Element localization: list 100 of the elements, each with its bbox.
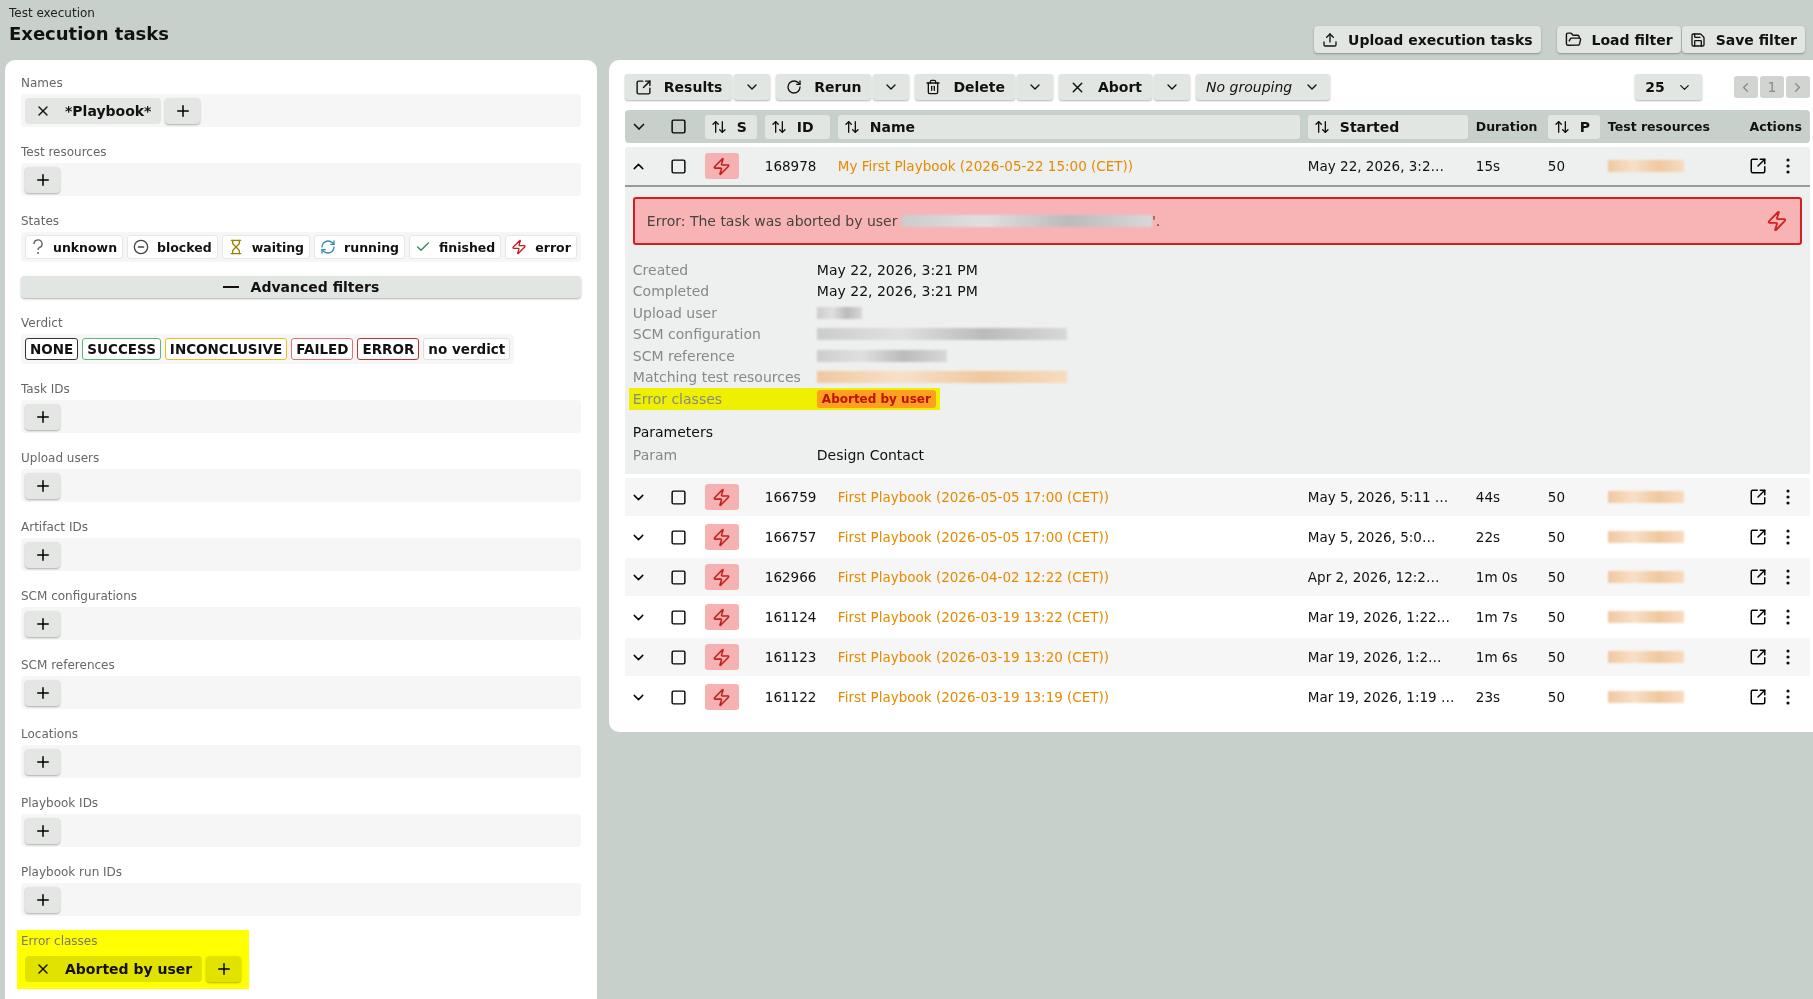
filter-field[interactable] (21, 469, 581, 502)
external-link-icon (1748, 488, 1767, 506)
sort-icon (710, 118, 727, 135)
filter-label: Artifact IDs (21, 520, 89, 534)
square-icon (670, 488, 688, 506)
detail-label: SCM configuration (632, 325, 762, 345)
add-button[interactable] (165, 97, 201, 124)
lightning-icon (1765, 210, 1788, 232)
add-button[interactable] (25, 166, 60, 193)
add-button[interactable] (25, 403, 60, 430)
filter-field[interactable] (21, 676, 581, 709)
row-checkbox[interactable] (668, 567, 689, 587)
add-button[interactable] (25, 817, 60, 844)
verdict-filter-chip[interactable]: ERROR (357, 338, 420, 360)
row-checkbox[interactable] (668, 527, 689, 547)
column-header: Actions (1749, 119, 1803, 134)
trash-icon (925, 79, 942, 95)
add-button[interactable] (206, 955, 242, 982)
square-icon (670, 568, 688, 586)
state-filter-chip[interactable]: unknown (25, 235, 124, 259)
breadcrumb[interactable]: Test execution (9, 6, 169, 20)
toolbar-button[interactable]: Rerun (776, 74, 872, 100)
more-icon (1785, 649, 1790, 665)
started-time: Apr 2, 2026, 12:2… (1307, 569, 1440, 585)
verdict-filter-chip[interactable]: no verdict (423, 338, 511, 360)
add-button[interactable] (25, 610, 60, 637)
add-button[interactable] (25, 472, 60, 499)
add-button[interactable] (25, 679, 60, 706)
external-link-icon (1748, 608, 1767, 626)
verdict-filter-chip[interactable]: NONE (25, 338, 79, 360)
duration: 23s (1475, 689, 1501, 705)
state-filter-chip[interactable]: running (314, 235, 406, 259)
duration: 1m 7s (1475, 609, 1518, 625)
toolbar-button[interactable]: Results (624, 74, 733, 100)
row-checkbox[interactable] (668, 156, 689, 176)
lightning-icon (712, 647, 732, 667)
filter-label: Playbook run IDs (21, 865, 124, 879)
row-checkbox[interactable] (668, 607, 689, 627)
verdict-filter-chip[interactable]: SUCCESS (82, 338, 161, 360)
filter-chip[interactable]: *Playbook* (25, 97, 162, 124)
filter-label: Test resources (21, 145, 108, 159)
filter-label: Task IDs (21, 382, 71, 396)
header-button[interactable]: Load filter (1556, 26, 1681, 53)
lightning-icon (712, 156, 732, 176)
dropdown-button[interactable] (873, 74, 910, 100)
started-time: Mar 19, 2026, 1:19 … (1307, 689, 1455, 705)
row-checkbox[interactable] (668, 647, 689, 667)
more-icon (1785, 689, 1790, 705)
toolbar-button[interactable]: Delete (915, 74, 1015, 100)
filter-chip[interactable]: Aborted by user (25, 955, 203, 982)
square-icon (670, 648, 688, 666)
filter-label: Verdict (21, 316, 64, 330)
page-size-dropdown[interactable]: 25 (1635, 74, 1702, 100)
header-button[interactable]: Save filter (1681, 26, 1805, 53)
dropdown-button[interactable] (734, 74, 771, 100)
external-link-icon (634, 78, 652, 96)
row-checkbox[interactable] (668, 687, 689, 707)
toolbar-button[interactable]: Abort (1059, 74, 1153, 100)
task-id: 166759 (764, 489, 817, 505)
more-icon (1785, 529, 1790, 545)
row-checkbox[interactable] (668, 487, 689, 507)
filter-field[interactable]: Aborted by user (21, 952, 246, 985)
parameters-title: Parameters (632, 423, 714, 440)
filter-field[interactable] (21, 745, 581, 778)
sort-column-header[interactable]: Name (837, 114, 1300, 139)
sort-column-header[interactable]: S (704, 114, 757, 139)
dropdown-button[interactable] (1154, 74, 1191, 100)
filter-field[interactable] (21, 400, 581, 433)
filter-field[interactable] (21, 883, 581, 916)
sort-column-header[interactable]: ID (764, 114, 830, 139)
add-button[interactable] (25, 748, 60, 775)
header-button[interactable]: Upload execution tasks (1314, 26, 1541, 53)
filter-field[interactable]: *Playbook* (21, 94, 581, 127)
filter-field[interactable] (21, 538, 581, 571)
column-header: Test resources (1607, 119, 1712, 134)
sort-icon (1313, 118, 1330, 135)
detail-label: Upload user (632, 303, 718, 323)
duration: 44s (1475, 489, 1501, 505)
verdict-filter-chip[interactable]: INCONCLUSIVE (164, 338, 288, 360)
add-button[interactable] (25, 886, 60, 913)
filter-field[interactable] (21, 607, 581, 640)
verdict-filter-chip[interactable]: FAILED (291, 338, 354, 360)
state-filter-chip[interactable]: waiting (221, 235, 311, 259)
advanced-filters-button[interactable]: Advanced filters (21, 276, 581, 298)
sort-column-header[interactable]: Started (1307, 114, 1468, 139)
state-filter-chip[interactable]: blocked (127, 235, 218, 259)
filter-field[interactable] (21, 163, 581, 196)
detail-label: Completed (632, 282, 711, 302)
sort-column-header[interactable]: P (1547, 114, 1600, 139)
state-filter-chip[interactable]: finished (409, 235, 502, 259)
state-filter-chip[interactable]: error (505, 235, 577, 259)
more-icon (1785, 489, 1790, 505)
dropdown-button[interactable] (1017, 74, 1053, 100)
add-button[interactable] (25, 541, 60, 568)
select-all-checkbox[interactable] (668, 116, 689, 137)
task-id: 161122 (764, 689, 817, 705)
filter-label: Playbook IDs (21, 796, 100, 810)
task-id: 161124 (764, 609, 817, 625)
filter-field[interactable] (21, 814, 581, 847)
grouping-dropdown[interactable]: No grouping (1196, 74, 1331, 100)
